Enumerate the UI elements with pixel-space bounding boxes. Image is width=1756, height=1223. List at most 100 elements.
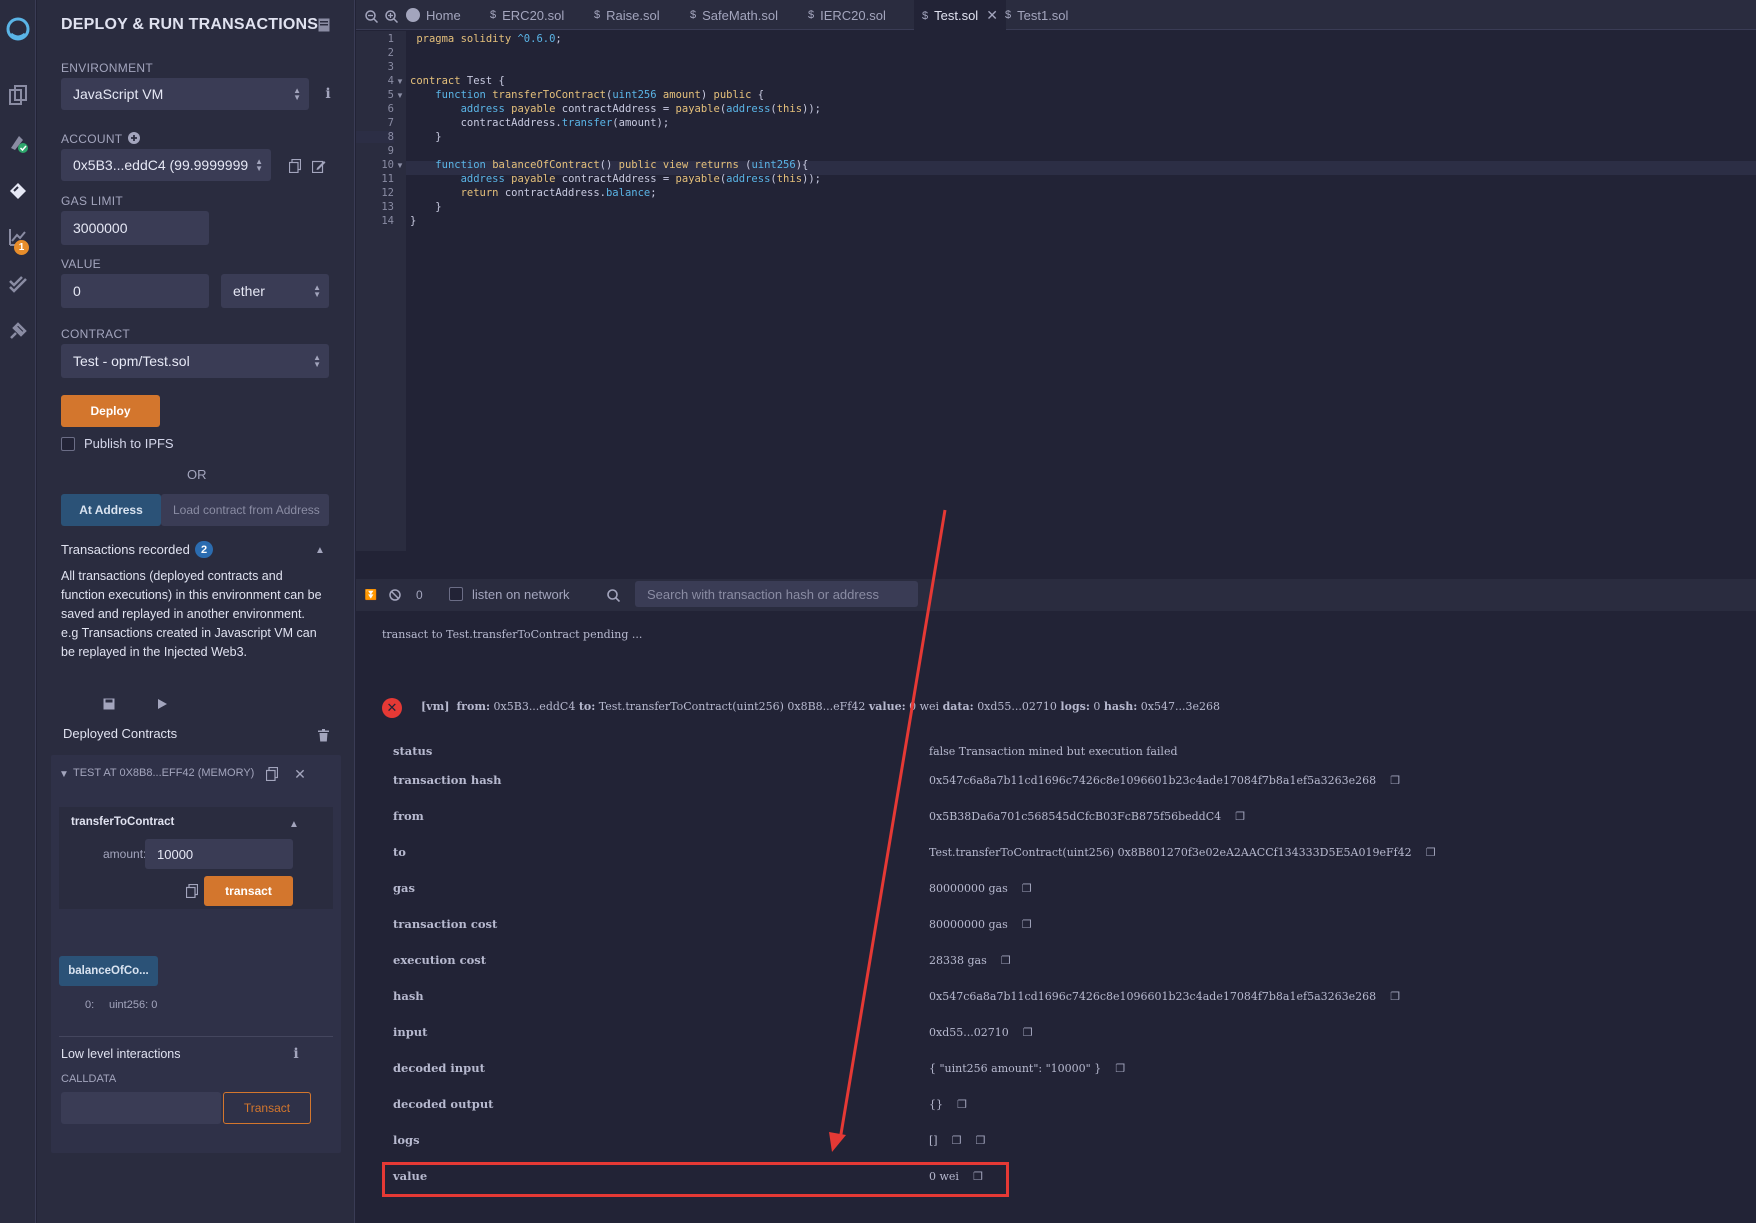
tab-raise[interactable]: $ Raise.sol bbox=[594, 0, 660, 30]
transaction-hash-value: 0x547c6a8a7b11cd1696c7426c8e1096601b23c4… bbox=[929, 774, 1377, 787]
copy-icon[interactable]: ❐ bbox=[952, 1134, 962, 1147]
copy-address-icon[interactable] bbox=[263, 765, 281, 783]
row-key-transaction-hash: transaction hash bbox=[393, 773, 502, 787]
line-number: 7 bbox=[387, 117, 394, 129]
function-panel: transferToContract ▲ amount: 10000 trans… bbox=[59, 807, 333, 909]
contract-label: CONTRACT bbox=[61, 327, 131, 341]
gas-limit-value: 3000000 bbox=[73, 220, 128, 236]
code-line: pragma solidity ^0.6.0; bbox=[416, 33, 562, 45]
decoded-input-value: { "uint256 amount": "10000" } bbox=[929, 1062, 1102, 1075]
deploy-button[interactable]: Deploy bbox=[61, 395, 160, 427]
zoom-out-icon[interactable] bbox=[362, 7, 380, 25]
transaction-summary[interactable]: [vm] from: 0x5B3...eddC4 to: Test.transf… bbox=[421, 700, 1220, 713]
copy-icon[interactable]: ❐ bbox=[1390, 990, 1400, 1003]
chevron-updown-icon: ▲ ▼ bbox=[313, 353, 321, 369]
load-contract-input[interactable]: Load contract from Address bbox=[161, 494, 329, 526]
row-value-gas: 80000000 gas ❐ bbox=[929, 882, 1032, 895]
amount-input[interactable]: 10000 bbox=[145, 839, 293, 869]
plugin-manager-icon[interactable] bbox=[3, 316, 33, 346]
edit-icon[interactable] bbox=[310, 157, 328, 175]
collapse-terminal-icon[interactable]: ⏬ bbox=[362, 586, 380, 604]
tab-home[interactable]: Home bbox=[406, 0, 461, 30]
copy-icon[interactable]: ❐ bbox=[1426, 846, 1436, 859]
compiler-icon[interactable] bbox=[3, 128, 33, 158]
play-icon[interactable] bbox=[153, 695, 171, 713]
instance-title[interactable]: TEST AT 0X8B8...EFF42 (MEMORY) bbox=[73, 767, 254, 779]
clear-console-icon[interactable] bbox=[386, 586, 404, 604]
docs-icon[interactable] bbox=[315, 16, 333, 34]
account-select[interactable]: 0x5B3...eddC4 (99.9999999 ▲ ▼ bbox=[61, 149, 271, 181]
close-tab-icon[interactable]: ✕ bbox=[986, 7, 998, 24]
tab-test[interactable]: $ Test.sol ✕ bbox=[914, 0, 1006, 31]
listen-network-checkbox[interactable] bbox=[449, 587, 463, 601]
zoom-in-icon[interactable] bbox=[382, 7, 400, 25]
save-icon[interactable] bbox=[100, 695, 118, 713]
gas-limit-input[interactable]: 3000000 bbox=[61, 211, 209, 245]
copy-calldata-icon[interactable] bbox=[183, 882, 201, 900]
testing-icon[interactable] bbox=[3, 268, 33, 298]
info-icon[interactable]: i bbox=[319, 85, 337, 103]
copy-icon[interactable]: ❐ bbox=[1115, 1062, 1125, 1075]
search-icon bbox=[604, 586, 622, 604]
copy-icon[interactable]: ❐ bbox=[1023, 1026, 1033, 1039]
chevron-up-icon[interactable]: ▲ bbox=[285, 815, 303, 833]
copy-icon[interactable]: ❐ bbox=[1022, 918, 1032, 931]
value-input[interactable]: 0 bbox=[61, 274, 209, 308]
contract-select[interactable]: Test - opm/Test.sol ▲ ▼ bbox=[61, 344, 329, 378]
copy-account-icon[interactable] bbox=[286, 157, 304, 175]
deploy-run-icon[interactable] bbox=[3, 176, 33, 206]
tab-erc20[interactable]: $ ERC20.sol bbox=[490, 0, 564, 30]
copy-icon[interactable]: ❐ bbox=[1001, 954, 1011, 967]
trash-icon[interactable] bbox=[314, 726, 332, 744]
info-icon[interactable]: i bbox=[287, 1045, 305, 1063]
chevron-up-icon[interactable]: ▲ bbox=[311, 541, 329, 559]
low-level-transact-button[interactable]: Transact bbox=[223, 1092, 311, 1124]
remix-logo-icon[interactable] bbox=[3, 14, 33, 44]
tab-label: ERC20.sol bbox=[502, 7, 565, 23]
tab-ierc20[interactable]: $ IERC20.sol bbox=[808, 0, 886, 30]
transaction-search-input[interactable]: Search with transaction hash or address bbox=[635, 581, 918, 607]
summary-to-label: to: bbox=[578, 700, 596, 713]
tab-safemath[interactable]: $ SafeMath.sol bbox=[690, 0, 778, 30]
row-key-hash: hash bbox=[393, 989, 424, 1003]
fold-arrow-icon[interactable]: ▼ bbox=[396, 161, 404, 170]
amount-value: 10000 bbox=[157, 846, 194, 862]
transactions-recorded-label[interactable]: Transactions recorded bbox=[61, 542, 190, 557]
copy-icon[interactable]: ❐ bbox=[957, 1098, 967, 1111]
annotation-highlight-box bbox=[382, 1162, 1009, 1197]
add-account-icon[interactable] bbox=[125, 129, 143, 147]
chevron-down-icon[interactable]: ▼ bbox=[55, 765, 73, 783]
line-number: 2 bbox=[387, 47, 394, 59]
file-explorer-icon[interactable] bbox=[3, 80, 33, 110]
fold-arrow-icon[interactable]: ▼ bbox=[396, 91, 404, 100]
value-unit: ether bbox=[233, 283, 265, 299]
tab-test1[interactable]: $ Test1.sol bbox=[1005, 0, 1068, 30]
copy-icon[interactable]: ❐ bbox=[975, 1134, 985, 1147]
balance-result-index: 0: bbox=[85, 999, 95, 1011]
icon-rail: 1 bbox=[0, 0, 36, 1223]
summary-data-label: data: bbox=[942, 700, 974, 713]
balance-of-contract-button[interactable]: balanceOfCo... bbox=[59, 956, 158, 986]
transaction-cost-value: 80000000 gas bbox=[929, 918, 1008, 931]
at-address-button[interactable]: At Address bbox=[61, 494, 161, 526]
code-line: } bbox=[410, 131, 442, 143]
close-icon[interactable]: ✕ bbox=[291, 765, 309, 783]
row-value-logs: [] ❐ ❐ bbox=[929, 1134, 985, 1147]
copy-icon[interactable]: ❐ bbox=[1390, 774, 1400, 787]
balance-result-value: uint256: 0 bbox=[109, 999, 158, 1011]
code-editor[interactable]: 1 2 3 4 5 6 7 8 9 10 11 12 13 14 ▼ ▼ ▼ p… bbox=[356, 31, 1756, 551]
copy-icon[interactable]: ❐ bbox=[1022, 882, 1032, 895]
publish-ipfs-checkbox[interactable] bbox=[61, 437, 75, 451]
calldata-input[interactable] bbox=[61, 1092, 221, 1124]
copy-icon[interactable]: ❐ bbox=[1235, 810, 1245, 823]
environment-select[interactable]: JavaScript VM ▲ ▼ bbox=[61, 78, 309, 110]
hash-value: 0x547c6a8a7b11cd1696c7426c8e1096601b23c4… bbox=[929, 990, 1377, 1003]
solidity-file-icon: $ bbox=[490, 9, 497, 21]
to-value: Test.transferToContract(uint256) 0x8B801… bbox=[929, 846, 1412, 859]
value-unit-select[interactable]: ether ▲ ▼ bbox=[221, 274, 329, 308]
editor-tab-bar: Home $ ERC20.sol $ Raise.sol $ SafeMath.sol… bbox=[356, 0, 1756, 31]
search-placeholder: Search with transaction hash or address bbox=[647, 586, 879, 602]
fold-arrow-icon[interactable]: ▼ bbox=[396, 77, 404, 86]
transact-button[interactable]: transact bbox=[204, 876, 293, 906]
row-value-hash: 0x547c6a8a7b11cd1696c7426c8e1096601b23c4… bbox=[929, 990, 1400, 1003]
